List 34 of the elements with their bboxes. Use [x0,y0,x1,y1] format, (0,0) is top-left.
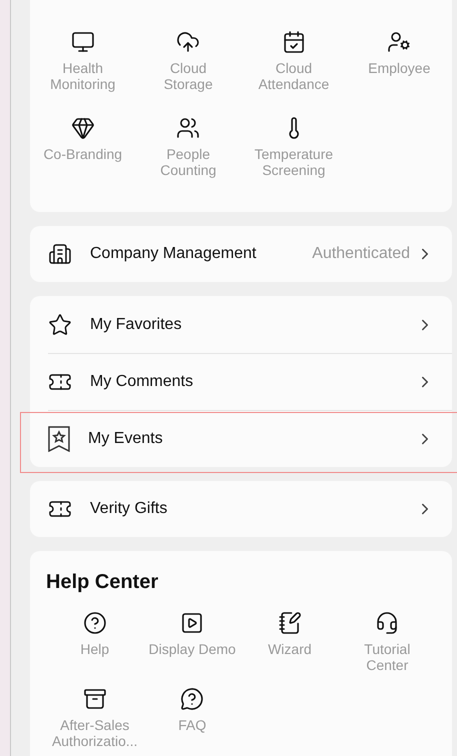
building-icon [48,242,72,266]
question-bubble-icon [180,687,204,711]
calendar-check-icon [282,30,306,54]
list-row[interactable]: My Events [30,410,452,467]
help-icon [82,611,107,635]
grid-item[interactable]: Help [46,611,144,673]
monitor-icon [70,30,95,54]
notebook-pen-icon [278,611,302,635]
play-icon [180,611,204,635]
grid-item[interactable]: Wizard [241,611,338,673]
grid-item[interactable]: FAQ [144,687,241,749]
grid-item[interactable]: Temperature Screening [241,116,346,178]
people-icon [176,116,200,140]
grid-item[interactable]: Display Demo [144,611,241,673]
grid-item[interactable]: Cloud Attendance [241,30,346,92]
verity-gifts-row[interactable]: Verity Gifts [30,481,452,537]
diamond-icon [70,116,95,140]
grid-item[interactable]: Employee [346,30,452,92]
grid-item[interactable]: After-Sales Authorizatio... [46,687,144,749]
star-icon [48,312,72,336]
box-icon [82,687,107,711]
help-center-title: Help Center [46,570,160,595]
grid-item[interactable]: Tutorial Center [338,611,436,673]
list-row[interactable]: My Comments [30,353,452,410]
cloud-upload-icon [176,30,200,54]
grid-item[interactable]: Health Monitoring [30,30,136,92]
headset-icon [375,611,400,635]
bookmark-star-icon [48,426,70,452]
grid-item[interactable]: Cloud Storage [136,30,241,92]
grid-item[interactable]: Co-Branding [30,116,136,178]
company-management-row[interactable]: Company Management Authenticated [30,226,452,282]
user-gear-icon [387,30,412,54]
grid-item[interactable]: People Counting [136,116,241,178]
list-row[interactable]: My Favorites [30,296,452,353]
